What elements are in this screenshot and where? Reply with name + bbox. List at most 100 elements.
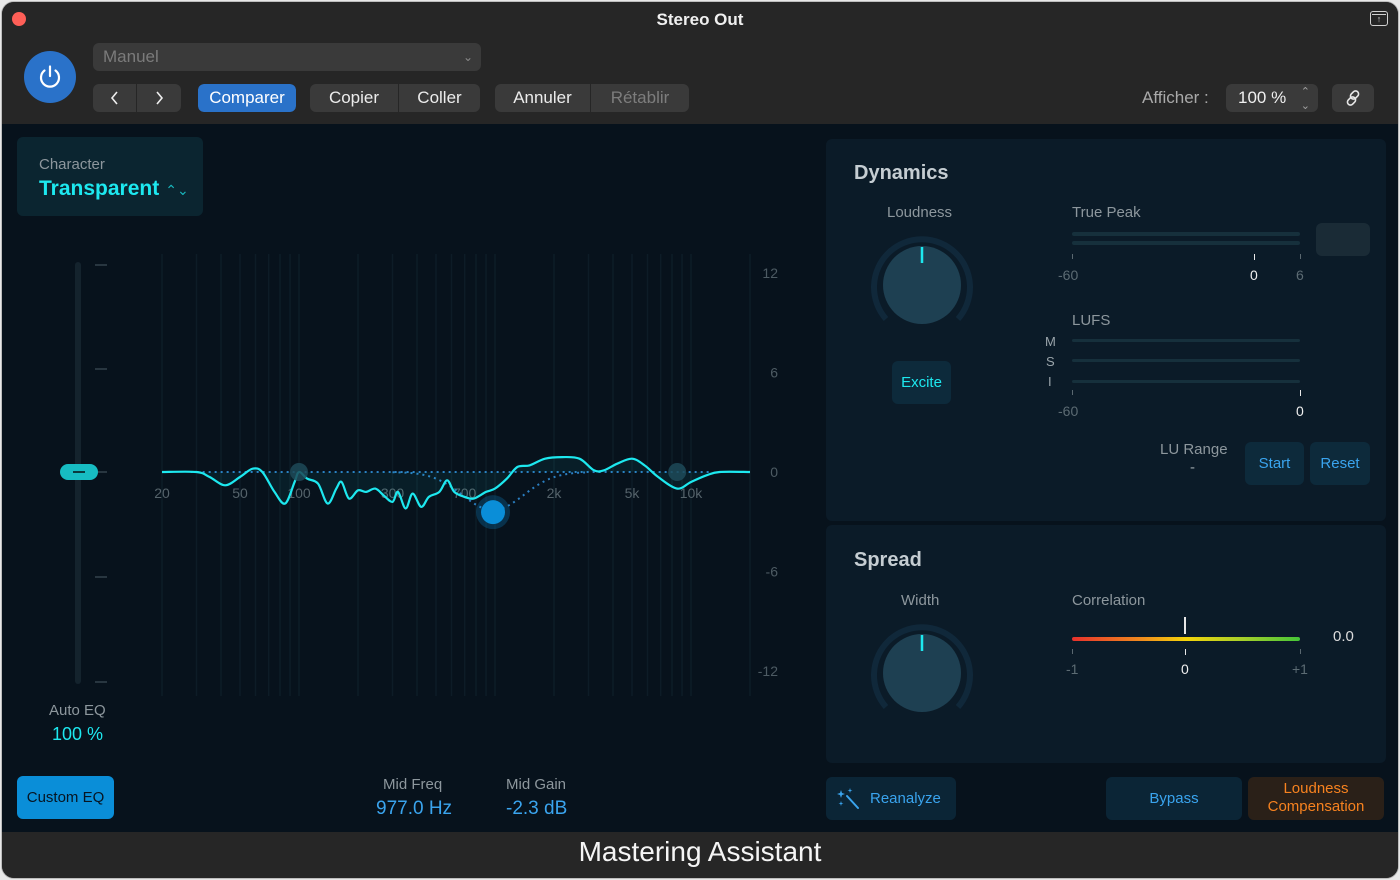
- freq-tick-label: 20: [154, 485, 170, 501]
- correlation-scale-min: -1: [1066, 661, 1079, 677]
- loudness-compensation-line2: Compensation: [1267, 798, 1365, 815]
- reanalyze-label: Reanalyze: [870, 790, 941, 807]
- tick: [1300, 649, 1301, 654]
- lu-range-value: -: [1190, 459, 1195, 476]
- loudness-compensation-button[interactable]: Loudness Compensation: [1248, 777, 1384, 820]
- gain-tick-label: 6: [770, 364, 778, 380]
- tick: [1300, 254, 1301, 259]
- spread-title: Spread: [854, 549, 922, 571]
- preset-select[interactable]: Manuel ⌄: [93, 43, 481, 71]
- true-peak-scale-max: 6: [1296, 267, 1304, 283]
- link-button[interactable]: [1332, 84, 1374, 112]
- start-button[interactable]: Start: [1245, 442, 1304, 485]
- loudness-label: Loudness: [887, 204, 953, 221]
- eq-display[interactable]: 1260-6-1220 50 100 300 700 2k 5k 10k: [2, 124, 822, 832]
- tick: [1254, 254, 1255, 260]
- gain-tick-label: 12: [762, 265, 778, 281]
- next-preset-button[interactable]: [137, 84, 181, 112]
- tick: [1072, 254, 1073, 259]
- correlation-label: Correlation: [1072, 592, 1146, 609]
- tick: [1300, 390, 1301, 396]
- lufs-row-i: I: [1048, 374, 1052, 389]
- true-peak-meter-l: [1072, 232, 1300, 236]
- bypass-button[interactable]: Bypass: [1106, 777, 1242, 820]
- reset-button[interactable]: Reset: [1310, 442, 1370, 485]
- view-label: Afficher :: [1142, 88, 1209, 107]
- lufs-meter-m: [1072, 339, 1300, 342]
- dynamics-title: Dynamics: [854, 162, 949, 184]
- chevron-down-icon: ⌄: [462, 50, 473, 64]
- gain-tick-label: 0: [770, 464, 778, 480]
- loudness-knob[interactable]: [870, 233, 974, 337]
- correlation-meter: [1072, 637, 1300, 641]
- view-zoom-value: 100 %: [1238, 88, 1287, 107]
- character-selector[interactable]: Character Transparent ⌃⌄: [17, 137, 203, 216]
- link-icon: [1346, 90, 1360, 106]
- auto-eq-value: 100 %: [52, 724, 104, 744]
- main-area: 12 6 0 -6 -12 20 50 100 300 700 2k 5k 10k Character …: [2, 124, 1398, 832]
- character-value: Transparent: [39, 177, 160, 200]
- mid-freq-label: Mid Freq: [383, 776, 443, 793]
- plugin-name: Mastering Assistant: [578, 836, 822, 867]
- freq-tick-label: 50: [232, 485, 248, 501]
- redo-button[interactable]: Rétablir: [591, 84, 689, 112]
- up-down-chevron-icon: ⌃⌄: [165, 182, 189, 198]
- lufs-meter-i: [1072, 380, 1300, 383]
- true-peak-readout: [1316, 223, 1370, 256]
- dynamics-panel: Dynamics Loudness Excite True Peak -60 0…: [826, 139, 1386, 521]
- excite-button[interactable]: Excite: [892, 361, 951, 404]
- lufs-label: LUFS: [1072, 312, 1111, 329]
- eq-node-low[interactable]: [289, 463, 308, 481]
- width-knob[interactable]: [870, 621, 974, 725]
- correlation-scale-max: +1: [1292, 661, 1308, 677]
- freq-tick-label: 5k: [625, 485, 641, 501]
- lu-range-label: LU Range: [1160, 441, 1228, 458]
- mid-gain-label: Mid Gain: [506, 776, 567, 793]
- tick: [1072, 390, 1073, 395]
- magic-wand-icon: [837, 788, 859, 809]
- footer-bar: Mastering Assistant: [2, 832, 1398, 878]
- paste-button[interactable]: Coller: [399, 84, 480, 112]
- plugin-window: Stereo Out Manuel ⌄ Comparer Copier C: [2, 2, 1398, 878]
- correlation-scale-zero: 0: [1181, 661, 1189, 677]
- mid-gain-value[interactable]: -2.3 dB: [506, 798, 567, 820]
- compare-button[interactable]: Comparer: [198, 84, 296, 112]
- character-value-wrap: Transparent ⌃⌄: [39, 177, 189, 201]
- auto-eq-label: Auto EQ: [49, 702, 106, 719]
- undo-button[interactable]: Annuler: [495, 84, 591, 112]
- preset-value: Manuel: [103, 47, 159, 66]
- copy-button[interactable]: Copier: [310, 84, 399, 112]
- gain-tick-label: -12: [758, 663, 778, 679]
- nav-group: [93, 84, 181, 112]
- power-button[interactable]: [24, 51, 76, 103]
- spread-panel: Spread Width Correlation -1 0 +1 0.0: [826, 525, 1386, 763]
- true-peak-scale-min: -60: [1058, 267, 1079, 283]
- lufs-row-s: S: [1046, 354, 1055, 369]
- loudness-compensation-line1: Loudness: [1283, 780, 1349, 797]
- true-peak-meter-r: [1072, 241, 1300, 245]
- lufs-row-m: M: [1045, 334, 1056, 349]
- chevron-right-icon: [156, 91, 164, 105]
- lufs-scale-min: -60: [1058, 403, 1079, 419]
- float-window-icon[interactable]: [1370, 11, 1388, 26]
- character-label: Character: [39, 156, 105, 173]
- window-title: Stereo Out: [656, 10, 744, 29]
- true-peak-scale-zero: 0: [1250, 267, 1258, 283]
- eq-node-high[interactable]: [668, 463, 687, 481]
- eq-node-mid[interactable]: [481, 500, 506, 525]
- up-down-chevron-icon: ⌃⌄: [1300, 86, 1310, 112]
- titlebar: Stereo Out Manuel ⌄ Comparer Copier C: [2, 2, 1398, 124]
- custom-eq-button[interactable]: Custom EQ: [17, 776, 114, 819]
- copy-paste-group: Copier Coller: [310, 84, 480, 112]
- true-peak-label: True Peak: [1072, 204, 1141, 221]
- prev-preset-button[interactable]: [93, 84, 137, 112]
- lufs-meter-s: [1072, 359, 1300, 362]
- correlation-needle: [1184, 617, 1186, 634]
- mid-freq-value[interactable]: 977.0 Hz: [376, 798, 452, 820]
- chevron-left-icon: [110, 91, 118, 105]
- correlation-value: 0.0: [1333, 628, 1354, 645]
- view-zoom-select[interactable]: 100 % ⌃ ⌄: [1226, 84, 1318, 112]
- power-icon: [39, 65, 61, 88]
- reanalyze-button[interactable]: Reanalyze: [826, 777, 956, 820]
- gain-tick-label: -6: [766, 564, 779, 580]
